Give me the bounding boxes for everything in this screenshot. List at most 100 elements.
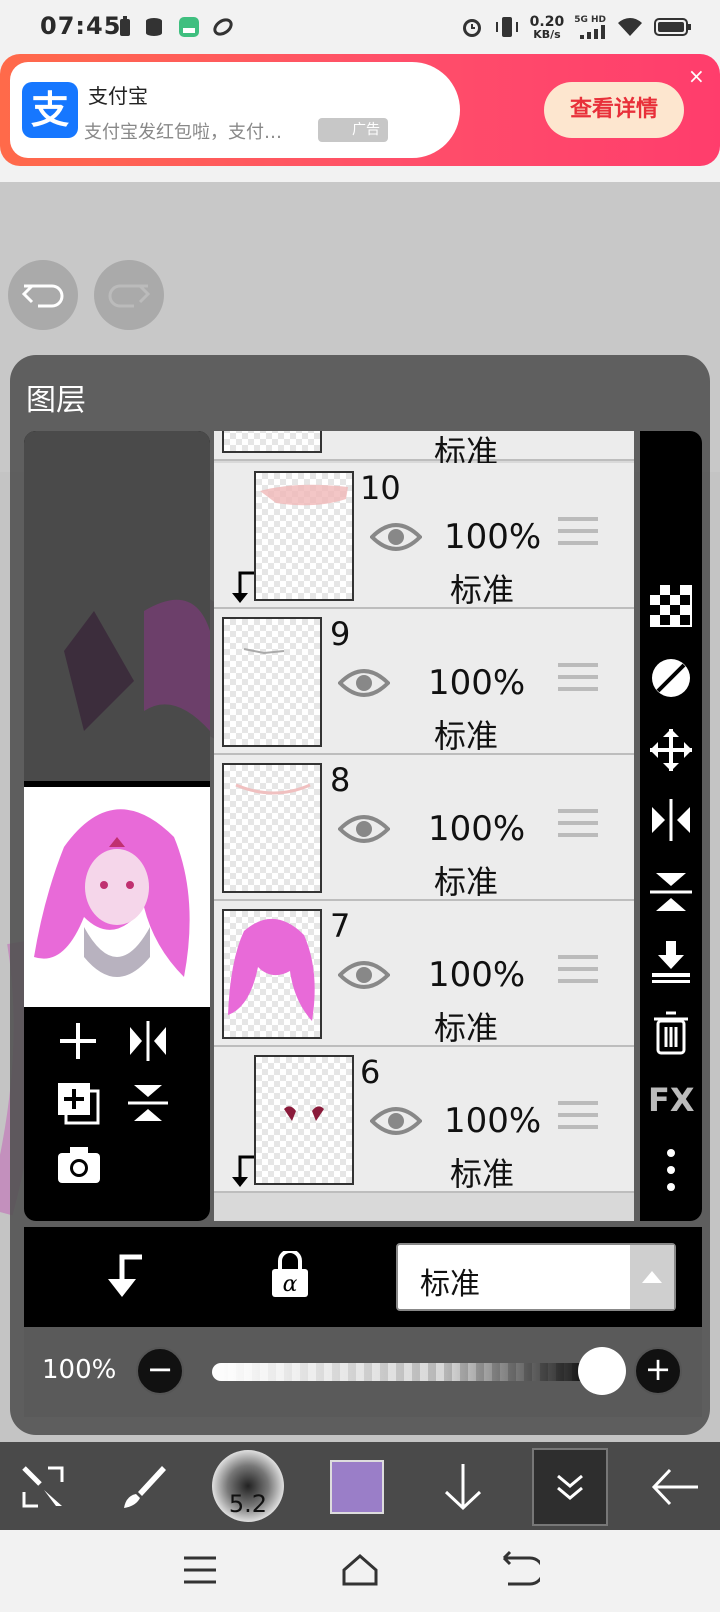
drag-handle-icon[interactable] xyxy=(558,955,598,989)
layer-row-partial[interactable]: 标准 xyxy=(214,431,634,471)
brush-tool-icon[interactable] xyxy=(118,1462,168,1512)
layer-opacity: 100% xyxy=(428,809,526,849)
opacity-decrease-button[interactable]: − xyxy=(136,1347,184,1395)
layer-mode: 标准 xyxy=(434,717,499,755)
layers-button[interactable] xyxy=(532,1448,608,1526)
flip-horizontal-icon[interactable] xyxy=(126,1019,170,1063)
layer-opacity: 100% xyxy=(444,517,542,557)
layer-number: 8 xyxy=(330,761,351,799)
drag-handle-icon[interactable] xyxy=(558,809,598,843)
alpha-lock-icon[interactable]: α xyxy=(270,1251,310,1299)
layer-side-tools: FX xyxy=(640,431,702,1221)
layers-panel: 图层 标准 10 100% 标准 9 100% 标准 8 100% 标准 7 1… xyxy=(10,355,710,1435)
layer-thumbnail xyxy=(254,471,354,601)
alarm-icon xyxy=(462,19,481,37)
home-icon[interactable] xyxy=(340,1550,380,1590)
undo-icon xyxy=(21,284,64,308)
layer-number: 10 xyxy=(360,469,401,507)
layer-row[interactable]: 7 100% 标准 xyxy=(214,901,634,1047)
layer-thumbnail xyxy=(222,617,322,747)
net-speed-value: 0.20 xyxy=(529,13,565,30)
status-notification-icons xyxy=(118,16,234,38)
blend-mode-value: 标准 xyxy=(420,1267,480,1302)
arrow-down-icon[interactable] xyxy=(438,1462,488,1512)
storage-icon xyxy=(146,18,162,36)
panel-title: 图层 xyxy=(26,383,86,418)
undo-button[interactable] xyxy=(8,260,78,330)
visibility-eye-icon[interactable] xyxy=(370,1095,422,1147)
swap-tools-icon[interactable] xyxy=(18,1462,68,1512)
vibrate-icon xyxy=(495,17,518,37)
redo-button[interactable] xyxy=(94,260,164,330)
layer-opacity: 100% xyxy=(428,955,526,995)
ad-banner[interactable]: 支 支付宝 支付宝发红包啦，支付… 广告 查看详情 × xyxy=(0,54,720,182)
layer-preview-column xyxy=(24,431,210,1221)
clipping-toggle-icon[interactable] xyxy=(102,1253,146,1299)
layer-number: 6 xyxy=(360,1053,381,1091)
layer-row[interactable]: 10 100% 标准 xyxy=(214,463,634,609)
opacity-slider-knob[interactable] xyxy=(578,1347,626,1395)
visibility-eye-icon[interactable] xyxy=(370,511,422,563)
drag-handle-icon[interactable] xyxy=(558,517,598,551)
transparency-checker-icon[interactable] xyxy=(648,583,694,629)
battery-icon xyxy=(654,18,691,36)
flip-horizontal-icon[interactable] xyxy=(648,797,694,843)
net-speed-unit: KB/s xyxy=(533,27,561,41)
more-options-icon[interactable] xyxy=(648,1147,694,1193)
opacity-slider[interactable] xyxy=(212,1363,602,1381)
trash-icon[interactable] xyxy=(648,1009,694,1055)
layer-opacity: 100% xyxy=(428,663,526,703)
opacity-increase-button[interactable]: + xyxy=(634,1347,682,1395)
layer-row[interactable]: 8 100% 标准 xyxy=(214,755,634,901)
fill-invert-icon[interactable] xyxy=(648,655,694,701)
character-thumbnail xyxy=(34,809,190,977)
canvas-overview xyxy=(24,431,210,781)
color-swatch-button[interactable] xyxy=(330,1460,384,1514)
ad-title: 支付宝 xyxy=(88,84,148,108)
app-notification-icon xyxy=(179,17,199,37)
layer-thumbnail xyxy=(222,431,322,453)
bottom-toolbar: 5.2 xyxy=(0,1442,720,1530)
visibility-eye-icon[interactable] xyxy=(338,803,390,855)
net-speed: 0.20 KB/s xyxy=(530,15,565,40)
layer-row[interactable]: 9 100% 标准 xyxy=(214,609,634,755)
menu-icon[interactable] xyxy=(180,1550,220,1590)
status-time: 07:45 xyxy=(40,12,122,40)
brush-size-button[interactable]: 5.2 xyxy=(212,1450,284,1522)
status-right-icons: 0.20 KB/s 5G HD xyxy=(460,12,692,42)
back-icon[interactable] xyxy=(500,1550,540,1590)
flip-vertical-icon[interactable] xyxy=(126,1081,170,1125)
back-arrow-icon[interactable] xyxy=(650,1462,700,1512)
ad-close-icon[interactable]: × xyxy=(688,64,705,88)
blend-mode-select[interactable]: 标准 xyxy=(396,1243,676,1311)
layer-opacity: 100% xyxy=(444,1101,542,1141)
duplicate-layer-icon[interactable] xyxy=(56,1081,102,1127)
system-nav-bar xyxy=(0,1530,720,1612)
move-icon[interactable] xyxy=(648,727,694,773)
flip-vertical-icon[interactable] xyxy=(648,869,694,915)
redo-icon xyxy=(108,284,151,308)
visibility-eye-icon[interactable] xyxy=(338,657,390,709)
opacity-row: 100% − + xyxy=(24,1327,702,1417)
layer-row[interactable]: 6 100% 标准 xyxy=(214,1047,634,1193)
signal-label: 5G HD xyxy=(574,15,606,25)
camera-icon[interactable] xyxy=(56,1145,102,1185)
blend-mode-dropdown[interactable] xyxy=(630,1245,674,1309)
fx-button[interactable]: FX xyxy=(648,1081,695,1119)
layer-mode: 标准 xyxy=(450,1155,515,1193)
drag-handle-icon[interactable] xyxy=(558,663,598,697)
visibility-eye-icon[interactable] xyxy=(338,949,390,1001)
signal: 5G HD xyxy=(574,15,606,39)
drag-handle-icon[interactable] xyxy=(558,1101,598,1135)
add-layer-icon[interactable] xyxy=(56,1019,100,1063)
layer-thumbnail xyxy=(222,909,322,1039)
wifi-icon xyxy=(618,18,642,36)
ad-cta-button[interactable]: 查看详情 xyxy=(544,82,684,138)
layer-mode: 标准 xyxy=(434,1009,499,1047)
overview-art xyxy=(64,599,210,731)
merge-down-icon[interactable] xyxy=(648,939,694,985)
ad-subtitle: 支付宝发红包啦，支付… xyxy=(84,122,282,143)
link-icon xyxy=(213,18,233,36)
battery-saver-icon xyxy=(120,16,130,36)
layer-list[interactable]: 标准 10 100% 标准 9 100% 标准 8 100% 标准 7 100%… xyxy=(214,431,634,1221)
